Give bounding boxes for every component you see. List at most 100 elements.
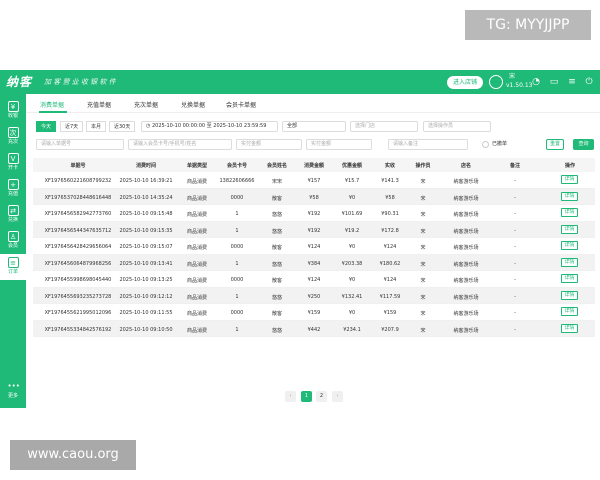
detail-button[interactable]: 详情 [561, 241, 578, 250]
table-cell: 宋 [420, 228, 426, 235]
table-row[interactable]: XF1976560221608799232 2025-10-10 16:39:21… [33, 172, 595, 189]
sidebar-item[interactable]: ¥ 收银 [0, 98, 26, 124]
table-cell: 2025-10-10 09:11:55 [119, 310, 173, 316]
table-row[interactable]: XF1976455998698045440 2025-10-10 09:13:25… [33, 271, 595, 288]
member-search-input[interactable]: 请输入会员卡号/手机号/姓名 [128, 139, 232, 150]
table-cell: ¥58 [309, 194, 319, 201]
user-avatar-icon[interactable] [489, 75, 503, 89]
filter-7days[interactable]: 近7天 [60, 121, 84, 132]
table-cell: 散客 [271, 195, 282, 202]
type-select[interactable]: 全部 [282, 121, 346, 132]
table-cell: ¥90.31 [381, 211, 399, 217]
filter-month[interactable]: 本月 [86, 121, 107, 132]
detail-button[interactable]: 详情 [561, 224, 578, 234]
power-icon[interactable]: ⏻ [584, 77, 594, 87]
table-cell: 纳客游乐场 [453, 327, 479, 334]
amount-min-input[interactable]: 实付金额 [236, 139, 302, 150]
table-cell: 散客 [271, 278, 282, 284]
table-row[interactable]: XF1976455621995012096 2025-10-10 09:11:55… [33, 304, 595, 321]
sidebar-item[interactable]: ≡ 订单 [0, 254, 26, 280]
operator-select[interactable]: 选择操作员 [423, 121, 491, 132]
date-to-label: 至 [206, 123, 212, 129]
order-number-input[interactable]: 请输入单据号 [36, 139, 124, 150]
table-cell: 1 [235, 227, 239, 234]
table-cell: 纳客游乐场 [453, 228, 479, 235]
date-range-picker[interactable]: ◷ 2025-10-10 00:00:00 至 2025-10-10 23:59… [141, 121, 278, 132]
table-cell: ¥0 [348, 277, 356, 283]
table-cell: ¥124 [383, 277, 397, 283]
sidebar-item-label: 充值 [7, 191, 18, 197]
cancelled-checkbox[interactable] [482, 141, 489, 148]
detail-button[interactable]: 详情 [561, 191, 578, 201]
reset-button[interactable]: 重置 [546, 139, 564, 150]
amount-min-placeholder: 实付金额 [241, 141, 262, 147]
filter-today[interactable]: 今天 [36, 121, 57, 132]
table-cell: ¥58 [385, 194, 395, 201]
sidebar-item[interactable]: 次充次 [0, 124, 26, 150]
notification-icon[interactable]: ◔ [531, 77, 541, 87]
table-cell: 2025-10-10 09:15:48 [119, 211, 173, 217]
tab-consumption[interactable]: 消费单据 [40, 100, 64, 109]
tab-exchange[interactable]: 兑换单据 [181, 100, 205, 109]
detail-button[interactable]: 详情 [561, 274, 578, 283]
column-header: 会员姓名 [266, 163, 287, 169]
table-cell: - [514, 178, 516, 184]
menu-icon[interactable]: ≡ [567, 77, 577, 87]
table-cell: ¥234.1 [343, 326, 361, 333]
amount-max-placeholder: 实付金额 [311, 141, 332, 147]
page-1-button[interactable]: 1 [301, 391, 312, 402]
vip-card-icon: V [7, 153, 19, 164]
prev-page-button[interactable]: ‹ [285, 391, 296, 402]
detail-button[interactable]: 详情 [561, 257, 578, 267]
detail-button[interactable]: 详情 [561, 290, 578, 300]
remark-input[interactable]: 请输入备注 [388, 139, 468, 150]
filter-30days[interactable]: 近30天 [109, 121, 136, 132]
sidebar-item[interactable]: ♙ 会员 [0, 228, 26, 254]
column-header: 操作 [564, 163, 575, 169]
table-cell: 宋 [420, 311, 426, 317]
table-cell: ¥132.41 [341, 293, 363, 300]
detail-button[interactable]: 详情 [561, 208, 578, 217]
sidebar-item-label: 兑换 [7, 217, 18, 223]
sidebar-item-label: 会员 [7, 243, 18, 249]
tab-count-recharge[interactable]: 充次单据 [134, 100, 158, 109]
table-row[interactable]: XF1976456582942773760 2025-10-10 09:15:48… [33, 205, 595, 222]
table-cell: ¥15.7 [344, 178, 360, 184]
sidebar-item[interactable]: V 开卡 [0, 150, 26, 176]
table-cell: - [514, 277, 516, 283]
column-header: 消费金额 [303, 163, 324, 169]
cashier-icon: ¥ [7, 101, 19, 112]
table-cell: XF1976456428429656064 [44, 244, 112, 250]
table-row[interactable]: XF1976456544347635712 2025-10-10 09:15:35… [33, 221, 595, 238]
table-cell: ¥203.38 [341, 260, 363, 267]
type-select-value: 全部 [287, 123, 298, 129]
tab-recharge[interactable]: 充值单据 [87, 100, 111, 109]
table-cell: 2025-10-10 14:35:24 [119, 194, 173, 201]
table-row[interactable]: XF1976456064879968256 2025-10-10 09:13:41… [33, 254, 595, 271]
app-logo: 纳客 [6, 75, 33, 89]
page-2-button[interactable]: 2 [316, 391, 327, 402]
sidebar-item[interactable]: ••• 更多 [0, 378, 26, 404]
table-cell: 散客 [271, 311, 282, 317]
table-row[interactable]: XF1976455334842576192 2025-10-10 09:10:50… [33, 320, 595, 337]
tab-member-card[interactable]: 会员卡单据 [226, 100, 256, 109]
detail-button[interactable]: 详情 [561, 307, 578, 316]
table-cell: 商品消费 [186, 245, 207, 251]
table-cell: ¥442 [307, 326, 321, 333]
detail-button[interactable]: 详情 [561, 175, 578, 184]
table-row[interactable]: XF1976537028448616448 2025-10-10 14:35:24… [33, 188, 595, 205]
sidebar-item[interactable]: ⇄ 兑换 [0, 202, 26, 228]
table-row[interactable]: XF1976455693235273728 2025-10-10 09:12:12… [33, 287, 595, 304]
sidebar-item[interactable]: + 充值 [0, 176, 26, 202]
table-cell: 2025-10-10 09:15:07 [119, 244, 173, 250]
store-select[interactable]: 选择门店 [350, 121, 418, 132]
amount-max-input[interactable]: 实付金额 [306, 139, 372, 150]
search-button[interactable]: 查询 [573, 139, 594, 150]
column-header: 会员卡号 [226, 163, 247, 169]
detail-button[interactable]: 详情 [561, 323, 578, 333]
device-icon[interactable]: ▭ [549, 77, 559, 87]
enter-shop-button[interactable]: 进入店铺 [447, 76, 484, 89]
next-page-button[interactable]: › [332, 391, 343, 402]
sidebar-item-label: 收银 [7, 113, 18, 119]
table-row[interactable]: XF1976456428429656064 2025-10-10 09:15:07… [33, 238, 595, 255]
